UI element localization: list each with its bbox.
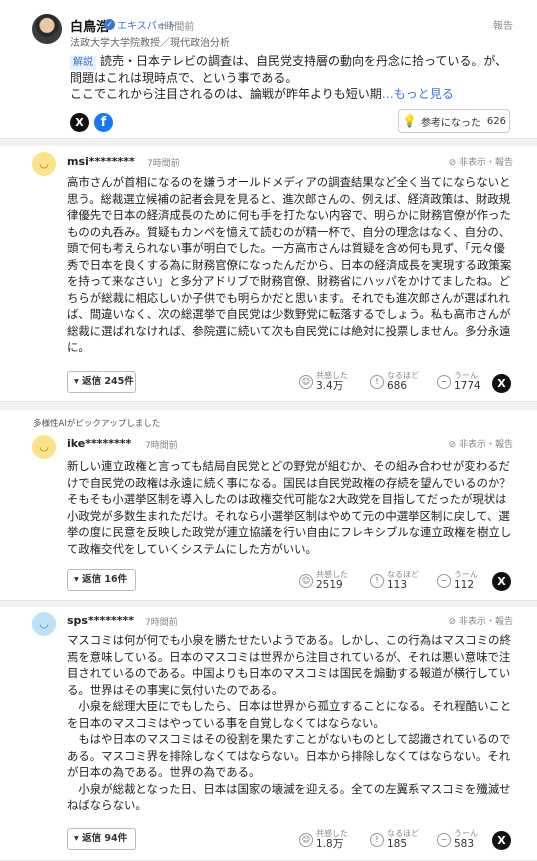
comment-time: 7時間前	[145, 441, 178, 451]
user-avatar: ◡	[32, 612, 56, 636]
hide-report-link[interactable]: ⊘ 非表示・報告	[449, 155, 513, 168]
empathy-icon: ☺	[299, 374, 313, 389]
comment-user: msi********	[67, 155, 135, 168]
empathy-count: 1.8万	[316, 838, 344, 850]
expert-avatar[interactable]	[32, 14, 62, 44]
comment-card: 多様性AIがピックアップしました ◡ ike******** 7時間前 ⊘ 非表…	[0, 410, 537, 601]
naruhodo-button[interactable]: ! なるほど 686	[370, 371, 419, 392]
empathy-label: 共感した	[316, 570, 348, 579]
empathy-button[interactable]: ☺ 共感した 3.4万	[299, 371, 348, 392]
uun-icon: ~	[437, 573, 451, 588]
replies-button[interactable]: ▾ 返信 245件	[67, 371, 136, 393]
expert-text-2: ここでこれから注目されるのは、論戦が昨年よりも短い期	[70, 87, 382, 101]
user-avatar: ◡	[32, 152, 56, 176]
naruhodo-button[interactable]: ! なるほど 185	[370, 829, 419, 850]
comment-user: sps********	[67, 614, 134, 627]
ai-pickup-label: 多様性AIがピックアップしました	[33, 419, 161, 429]
empathy-count: 3.4万	[316, 380, 344, 392]
hide-report-link[interactable]: ⊘ 非表示・報告	[449, 437, 513, 450]
smiley-icon: ◡	[39, 440, 49, 453]
smiley-icon: ◡	[39, 157, 49, 170]
uun-count: 1774	[454, 380, 481, 392]
uun-icon: ~	[437, 832, 451, 847]
empathy-count: 2519	[316, 579, 343, 591]
hide-report-label: 非表示・報告	[458, 617, 513, 627]
uun-count: 112	[454, 579, 475, 591]
naruhodo-count: 185	[387, 838, 408, 850]
replies-label: 返信 94件	[82, 833, 128, 844]
comment-card: ◡ msi******** 7時間前 ⊘ 非表示・報告 高市さんが首相になるのを…	[0, 146, 537, 402]
helpful-label: 参考になった	[420, 117, 481, 129]
empathy-label: 共感した	[316, 371, 348, 380]
x-share-icon[interactable]: X	[492, 374, 511, 393]
uun-label: うーん	[454, 371, 478, 380]
comment-user: ike********	[67, 437, 132, 450]
comments-page: 白鳥浩 ✓ エキスパート 4時間前 法政大学大学院教授／現代政治分析 報告 解説…	[0, 0, 537, 861]
replies-label: 返信 245件	[82, 376, 134, 387]
comment-text: 高市さんが首相になるのを嫌うオールドメディアの調査結果など全く当てにならないと思…	[67, 175, 512, 354]
expert-text-1: 読売・日本テレビの調査は、自民党支持層の動向を丹念に拾っている。が、問題はこれは…	[70, 54, 508, 85]
comment-time: 7時間前	[147, 159, 180, 169]
empathy-button[interactable]: ☺ 共感した 2519	[299, 570, 348, 591]
user-avatar: ◡	[32, 435, 56, 459]
hide-report-label: 非表示・報告	[458, 158, 513, 168]
comment-card: ◡ sps******** 7時間前 ⊘ 非表示・報告 マスコミは何が何でも小泉…	[0, 607, 537, 861]
comment-time: 7時間前	[145, 618, 178, 628]
helpful-count: 626	[486, 115, 507, 127]
lightbulb-icon: 💡	[401, 114, 417, 128]
x-share-icon[interactable]: X	[70, 113, 89, 132]
naruhodo-count: 113	[387, 579, 408, 591]
naruhodo-label: なるほど	[387, 570, 419, 579]
comment-paragraph: 小泉が総裁となった日、日本は国家の壊滅を迎える。全ての左翼系マスコミを殲滅せねば…	[67, 781, 511, 813]
comment-paragraph: 小泉を総理大臣にでもしたら、日本は世界から孤立することになる。それ程酷いことを日…	[67, 699, 512, 730]
comment-text: マスコミは何が何でも小泉を勝たせたいようである。しかし、この行為はマスコミの終焉…	[67, 632, 513, 814]
naruhodo-count: 686	[387, 380, 408, 392]
x-share-icon[interactable]: X	[492, 572, 511, 591]
smiley-icon: ◡	[39, 617, 49, 630]
explanation-tag: 解説	[70, 56, 96, 70]
uun-button[interactable]: ~ うーん 583	[437, 829, 478, 850]
hide-report-label: 非表示・報告	[458, 440, 513, 450]
naruhodo-icon: !	[370, 573, 384, 588]
helpful-button[interactable]: 💡 参考になった 626	[398, 109, 510, 133]
replies-button[interactable]: ▾ 返信 16件	[67, 569, 136, 591]
empathy-icon: ☺	[299, 573, 313, 588]
empathy-icon: ☺	[299, 832, 313, 847]
empathy-label: 共感した	[316, 829, 348, 838]
uun-button[interactable]: ~ うーん 112	[437, 570, 478, 591]
expert-title: 法政大学大学院教授／現代政治分析	[70, 38, 230, 49]
replies-label: 返信 16件	[82, 574, 128, 585]
naruhodo-label: なるほど	[387, 829, 419, 838]
expert-comment-card: 白鳥浩 ✓ エキスパート 4時間前 法政大学大学院教授／現代政治分析 報告 解説…	[0, 0, 537, 139]
naruhodo-button[interactable]: ! なるほど 113	[370, 570, 419, 591]
empathy-button[interactable]: ☺ 共感した 1.8万	[299, 829, 348, 850]
naruhodo-icon: !	[370, 832, 384, 847]
uun-button[interactable]: ~ うーん 1774	[437, 371, 481, 392]
uun-label: うーん	[454, 570, 478, 579]
uun-count: 583	[454, 838, 475, 850]
check-icon: ✓	[104, 19, 115, 30]
hide-report-link[interactable]: ⊘ 非表示・報告	[449, 614, 513, 627]
x-share-icon[interactable]: X	[492, 831, 511, 850]
comment-text: 新しい連立政権と言っても結局自民党とどの野党が組むか、その組み合わせが変わるだけ…	[67, 459, 512, 556]
comment-paragraph: マスコミは何が何でも小泉を勝たせたいようである。しかし、この行為はマスコミの終焉…	[67, 633, 511, 697]
expert-comment-text: 解説 読売・日本テレビの調査は、自民党支持層の動向を丹念に拾っている。が、問題はこ…	[70, 53, 518, 102]
naruhodo-icon: !	[370, 374, 384, 389]
uun-icon: ~	[437, 374, 451, 389]
comment-paragraph: もはや日本のマスコミはその役割を果たすことがないものとして認識されているのである…	[67, 732, 511, 779]
expert-time: 4時間前	[158, 22, 195, 33]
more-link[interactable]: …もっと見る	[382, 87, 454, 101]
naruhodo-label: なるほど	[387, 371, 419, 380]
expert-report-link[interactable]: 報告	[493, 17, 513, 32]
replies-button[interactable]: ▾ 返信 94件	[67, 828, 136, 850]
uun-label: うーん	[454, 829, 478, 838]
facebook-share-icon[interactable]: f	[94, 113, 113, 132]
